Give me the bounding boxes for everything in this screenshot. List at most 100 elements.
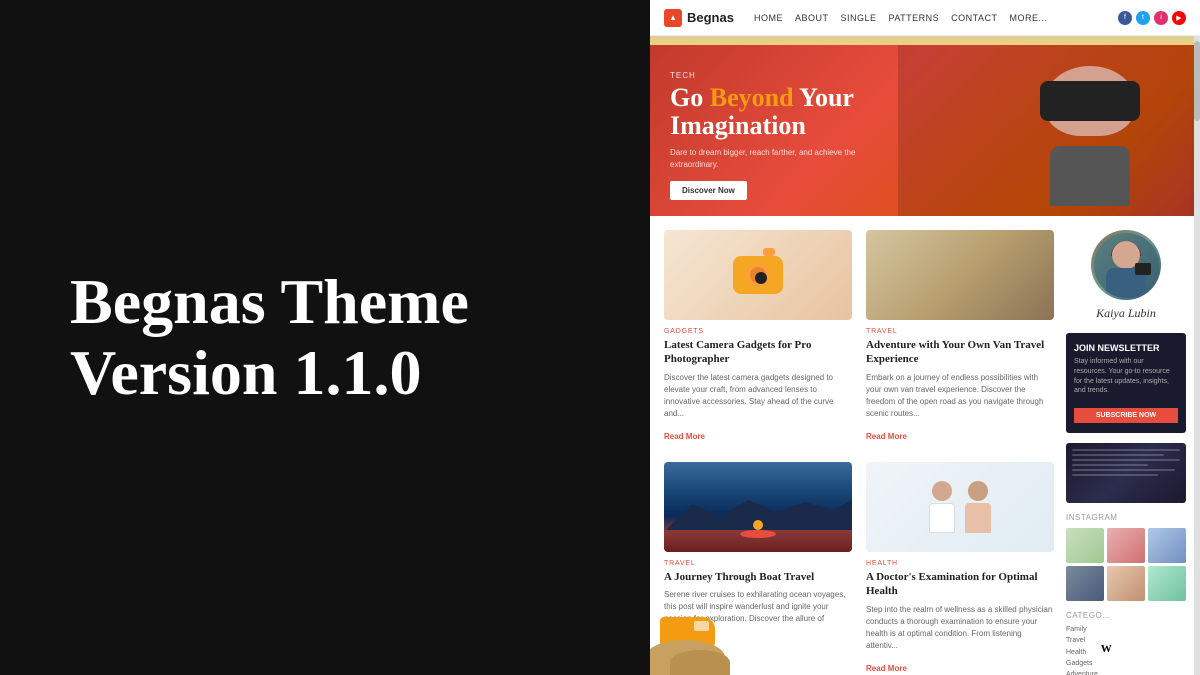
abstract-line-6 xyxy=(1072,474,1158,476)
post-4-read-more[interactable]: Read More xyxy=(866,664,907,673)
instagram-item-3[interactable] xyxy=(1148,528,1186,563)
nav-single[interactable]: SINGLE xyxy=(840,13,876,23)
camera-shape xyxy=(733,256,783,294)
main-content: GADGETS Latest Camera Gadgets for Pro Ph… xyxy=(650,216,1200,675)
browser-window: ▲ Begnas HOME ABOUT SINGLE PATTERNS CONT… xyxy=(650,0,1200,675)
instagram-item-5[interactable] xyxy=(1107,566,1145,601)
hero-subtitle: Dare to dream bigger, reach farther, and… xyxy=(670,147,890,171)
doctor-torso xyxy=(929,503,955,533)
subscribe-button[interactable]: SUBSCRIBE NOW xyxy=(1074,408,1178,423)
nav-contact[interactable]: CONTACT xyxy=(951,13,997,23)
title-line-2: Version 1.1.0 xyxy=(70,337,421,408)
author-avatar xyxy=(1091,230,1161,300)
hero-image xyxy=(990,36,1190,216)
patient-torso xyxy=(965,503,991,533)
navbar-social: f t i ▶ xyxy=(1118,11,1186,25)
post-card-1: GADGETS Latest Camera Gadgets for Pro Ph… xyxy=(664,230,852,448)
nav-home[interactable]: HOME xyxy=(754,13,783,23)
post-2-title: Adventure with Your Own Van Travel Exper… xyxy=(866,338,1054,367)
left-panel: Begnas Theme Version 1.1.0 xyxy=(0,0,650,675)
categories-label: CATEGO... xyxy=(1066,611,1186,620)
post-thumb-4 xyxy=(866,462,1054,552)
youtube-icon[interactable]: ▶ xyxy=(1172,11,1186,25)
newsletter-box: JOIN NEWSLETTER Stay informed with our r… xyxy=(1066,333,1186,433)
instagram-grid xyxy=(1066,528,1186,601)
right-panel: ▲ Begnas HOME ABOUT SINGLE PATTERNS CONT… xyxy=(650,0,1200,675)
author-person-image xyxy=(1094,233,1159,298)
sidebar: Kaiya Lubin JOIN NEWSLETTER Stay informe… xyxy=(1066,230,1186,675)
doctor-head xyxy=(932,481,952,501)
abstract-lines xyxy=(1072,449,1180,497)
post-1-title: Latest Camera Gadgets for Pro Photograph… xyxy=(664,338,852,367)
abstract-line-1 xyxy=(1072,449,1180,451)
hero-title: Go Beyond YourImagination xyxy=(670,84,930,141)
hero-section: TECH Go Beyond YourImagination Dare to d… xyxy=(650,36,1200,216)
abstract-line-4 xyxy=(1072,464,1148,466)
twitter-icon[interactable]: t xyxy=(1136,11,1150,25)
watermark-text: ArtifyWeb xyxy=(1121,641,1180,657)
posts-grid: GADGETS Latest Camera Gadgets for Pro Ph… xyxy=(664,230,1054,675)
kayak-wrap xyxy=(740,528,776,538)
post-2-read-more[interactable]: Read More xyxy=(866,432,907,441)
instagram-item-1[interactable] xyxy=(1066,528,1104,563)
post-3-category: TRAVEL xyxy=(664,560,852,567)
instagram-item-2[interactable] xyxy=(1107,528,1145,563)
river-bg xyxy=(664,462,852,552)
nav-more[interactable]: MORE... xyxy=(1010,13,1048,23)
vr-headset xyxy=(1040,81,1140,121)
post-3-title: A Journey Through Boat Travel xyxy=(664,570,852,584)
post-thumb-2 xyxy=(866,230,1054,320)
post-thumb-3 xyxy=(664,462,852,552)
newsletter-text: Stay informed with our resources. Your g… xyxy=(1074,357,1178,396)
vr-person xyxy=(1010,46,1170,206)
watermark: W ArtifyWeb xyxy=(1097,641,1180,657)
navbar-nav: HOME ABOUT SINGLE PATTERNS CONTACT MORE.… xyxy=(754,13,1118,23)
discover-now-button[interactable]: Discover Now xyxy=(670,181,747,200)
facebook-icon[interactable]: f xyxy=(1118,11,1132,25)
instagram-icon[interactable]: i xyxy=(1154,11,1168,25)
kayak xyxy=(740,530,776,538)
scrollbar-thumb[interactable] xyxy=(1194,41,1200,121)
patient-figure xyxy=(965,481,991,533)
post-1-read-more[interactable]: Read More xyxy=(664,432,705,441)
navbar: ▲ Begnas HOME ABOUT SINGLE PATTERNS CONT… xyxy=(650,0,1200,36)
main-title: Begnas Theme Version 1.1.0 xyxy=(70,267,469,408)
vr-body xyxy=(1050,146,1130,206)
watermark-logo: W xyxy=(1097,641,1116,657)
navbar-logo[interactable]: ▲ Begnas xyxy=(664,9,734,27)
scrollbar-track xyxy=(1194,36,1200,675)
doctor-figure xyxy=(929,481,955,533)
kayak-paddler xyxy=(753,520,763,530)
author-name: Kaiya Lubin xyxy=(1066,306,1186,321)
author-camera xyxy=(1135,263,1151,275)
camera-lens xyxy=(747,264,769,286)
post-1-excerpt: Discover the latest camera gadgets desig… xyxy=(664,372,852,420)
instagram-label: INSTAGRAM xyxy=(1066,513,1186,522)
camera-lens-inner xyxy=(755,272,767,284)
post-card-4: HEALTH A Doctor's Examination for Optima… xyxy=(866,462,1054,675)
newsletter-title: JOIN NEWSLETTER xyxy=(1074,343,1178,353)
post-card-2: TRAVEL Adventure with Your Own Van Trave… xyxy=(866,230,1054,448)
post-2-excerpt: Embark on a journey of endless possibili… xyxy=(866,372,1054,420)
website-preview[interactable]: ▲ Begnas HOME ABOUT SINGLE PATTERNS CONT… xyxy=(650,0,1200,675)
author-card: Kaiya Lubin xyxy=(1066,230,1186,321)
abstract-line-5 xyxy=(1072,469,1175,471)
doctor-bg xyxy=(866,462,1054,552)
camera-flash xyxy=(763,248,775,256)
sidebar-abstract-image xyxy=(1066,443,1186,503)
abstract-line-2 xyxy=(1072,454,1164,456)
hero-title-highlight: Beyond xyxy=(710,83,794,112)
brand-icon: ▲ xyxy=(664,9,682,27)
nav-about[interactable]: ABOUT xyxy=(795,13,829,23)
post-4-category: HEALTH xyxy=(866,560,1054,567)
patient-head xyxy=(968,481,988,501)
post-1-category: GADGETS xyxy=(664,328,852,335)
nav-patterns[interactable]: PATTERNS xyxy=(889,13,940,23)
post-2-category: TRAVEL xyxy=(866,328,1054,335)
instagram-item-4[interactable] xyxy=(1066,566,1104,601)
post-4-title: A Doctor's Examination for Optimal Healt… xyxy=(866,570,1054,599)
brand-name: Begnas xyxy=(687,10,734,25)
instagram-item-6[interactable] xyxy=(1148,566,1186,601)
post-thumb-1 xyxy=(664,230,852,320)
post-4-excerpt: Step into the realm of wellness as a ski… xyxy=(866,604,1054,652)
